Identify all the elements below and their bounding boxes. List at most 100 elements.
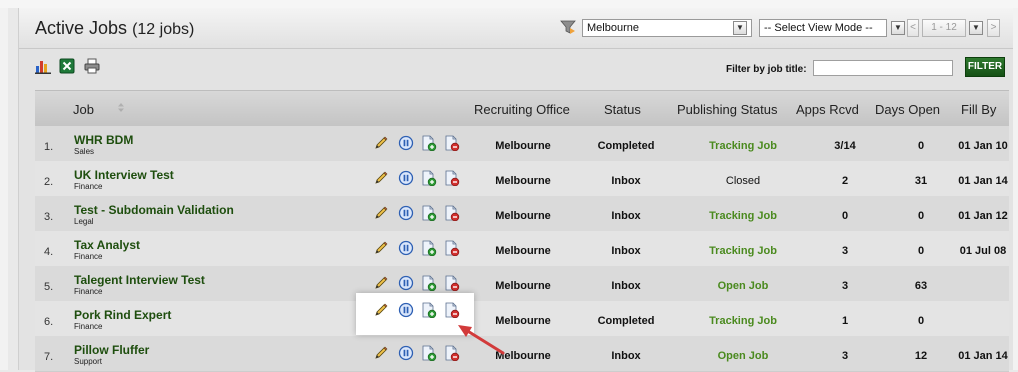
- panel-header: Active Jobs (12 jobs) Melbourne ▼ -- Sel…: [19, 8, 1013, 49]
- apps-received[interactable]: 2: [805, 175, 885, 187]
- job-status: Inbox: [611, 280, 641, 292]
- publish-document-icon[interactable]: [421, 135, 437, 151]
- pause-icon[interactable]: [398, 240, 414, 256]
- bar-chart-icon[interactable]: [35, 58, 51, 74]
- fill-by-date: 01 Jul 08: [959, 245, 1007, 257]
- job-status: Inbox: [611, 210, 641, 222]
- edit-pencil-icon[interactable]: [373, 205, 389, 221]
- job-title-filter-input[interactable]: [813, 60, 953, 76]
- pager-next-label: >: [990, 22, 997, 33]
- window-top-edge: [0, 0, 1018, 8]
- table-row: 5. Talegent Interview Test Finance Melbo…: [35, 266, 1009, 302]
- publish-document-icon[interactable]: [421, 170, 437, 186]
- pause-icon[interactable]: [398, 302, 414, 318]
- job-status: Completed: [597, 140, 655, 152]
- excel-export-icon[interactable]: [59, 58, 75, 74]
- pause-icon[interactable]: [398, 345, 414, 361]
- job-title-link[interactable]: Test - Subdomain Validation: [74, 203, 234, 217]
- apps-received[interactable]: 0: [805, 210, 885, 222]
- publish-document-icon[interactable]: [421, 302, 437, 318]
- days-open: 0: [917, 210, 925, 222]
- column-header-status[interactable]: Status: [604, 102, 641, 117]
- job-department: Support: [74, 357, 103, 366]
- column-header-office[interactable]: Recruiting Office: [474, 102, 570, 117]
- publishing-status-link[interactable]: Open Job: [681, 350, 805, 362]
- pause-icon[interactable]: [398, 275, 414, 291]
- row-number: 4.: [44, 246, 54, 258]
- pager-range-label: 1 - 12: [931, 22, 957, 33]
- unpublish-document-icon[interactable]: [444, 170, 460, 186]
- job-title-link[interactable]: Pork Rind Expert: [74, 308, 171, 322]
- job-title-link[interactable]: Pillow Fluffer: [74, 343, 149, 357]
- publishing-status-link[interactable]: Tracking Job: [681, 245, 805, 257]
- window-left-edge: [0, 8, 8, 370]
- job-status: Completed: [597, 315, 655, 327]
- unpublish-document-icon[interactable]: [444, 205, 460, 221]
- edit-pencil-icon[interactable]: [373, 240, 389, 256]
- view-mode-dropdown-icon[interactable]: ▼: [891, 21, 905, 35]
- job-department: Legal: [74, 217, 94, 226]
- view-mode-select[interactable]: -- Select View Mode --: [759, 19, 887, 37]
- job-title-link[interactable]: Tax Analyst: [74, 238, 140, 252]
- column-header-publishing[interactable]: Publishing Status: [677, 102, 777, 117]
- publish-document-icon[interactable]: [421, 205, 437, 221]
- apps-received[interactable]: 3/14: [805, 140, 885, 152]
- office-select[interactable]: Melbourne: [582, 19, 752, 37]
- recruiting-office: Melbourne: [495, 140, 551, 152]
- pager-range-select[interactable]: 1 - 12: [922, 19, 966, 37]
- row-number: 1.: [44, 141, 54, 153]
- office-select-dropdown-icon[interactable]: ▼: [733, 21, 747, 35]
- days-open: 0: [917, 140, 925, 152]
- view-mode-select-value: -- Select View Mode --: [764, 22, 873, 34]
- filter-label: Filter by job title:: [726, 64, 807, 75]
- pager-next-button[interactable]: >: [987, 19, 1000, 37]
- pause-icon[interactable]: [398, 135, 414, 151]
- unpublish-document-icon[interactable]: [444, 135, 460, 151]
- pager-prev-button[interactable]: <: [907, 19, 919, 37]
- column-header-days[interactable]: Days Open: [875, 102, 940, 117]
- job-status: Inbox: [611, 350, 641, 362]
- print-icon[interactable]: [84, 58, 100, 74]
- row-number: 3.: [44, 211, 54, 223]
- publishing-status-link[interactable]: Open Job: [681, 280, 805, 292]
- recruiting-office: Melbourne: [495, 245, 551, 257]
- job-department: Finance: [74, 252, 103, 261]
- pause-icon[interactable]: [398, 170, 414, 186]
- column-header-job[interactable]: Job: [73, 102, 94, 117]
- column-header-apps[interactable]: Apps Rcvd: [796, 102, 859, 117]
- apps-received[interactable]: 1: [805, 315, 885, 327]
- job-title-link[interactable]: UK Interview Test: [74, 168, 174, 182]
- filter-funnel-icon[interactable]: [560, 19, 576, 35]
- recruiting-office: Melbourne: [495, 175, 551, 187]
- job-count: (12 jobs): [132, 21, 195, 38]
- filter-button[interactable]: FILTER: [965, 57, 1005, 77]
- unpublish-document-icon[interactable]: [444, 345, 460, 361]
- apps-received[interactable]: 3: [805, 245, 885, 257]
- publishing-status-link[interactable]: Tracking Job: [681, 315, 805, 327]
- job-title-link[interactable]: Talegent Interview Test: [74, 273, 205, 287]
- column-header-fill[interactable]: Fill By: [961, 102, 996, 117]
- edit-pencil-icon[interactable]: [373, 275, 389, 291]
- edit-pencil-icon[interactable]: [373, 135, 389, 151]
- pager-dropdown-icon[interactable]: ▼: [969, 21, 983, 35]
- publish-document-icon[interactable]: [421, 240, 437, 256]
- edit-pencil-icon[interactable]: [373, 302, 389, 318]
- toolbar: Filter by job title: FILTER: [19, 49, 1013, 83]
- pause-icon[interactable]: [398, 205, 414, 221]
- unpublish-document-icon[interactable]: [444, 240, 460, 256]
- publish-document-icon[interactable]: [421, 345, 437, 361]
- recruiting-office: Melbourne: [495, 280, 551, 292]
- edit-pencil-icon[interactable]: [373, 170, 389, 186]
- unpublish-document-icon[interactable]: [444, 302, 460, 318]
- apps-received[interactable]: 3: [805, 280, 885, 292]
- edit-pencil-icon[interactable]: [373, 345, 389, 361]
- publishing-status-link[interactable]: Tracking Job: [681, 140, 805, 152]
- job-title-link[interactable]: WHR BDM: [74, 133, 133, 147]
- pager-prev-label: <: [910, 22, 916, 33]
- publishing-status-link[interactable]: Tracking Job: [681, 210, 805, 222]
- recruiting-office: Melbourne: [495, 210, 551, 222]
- recruiting-office: Melbourne: [495, 315, 551, 327]
- publish-document-icon[interactable]: [421, 275, 437, 291]
- unpublish-document-icon[interactable]: [444, 275, 460, 291]
- apps-received[interactable]: 3: [805, 350, 885, 362]
